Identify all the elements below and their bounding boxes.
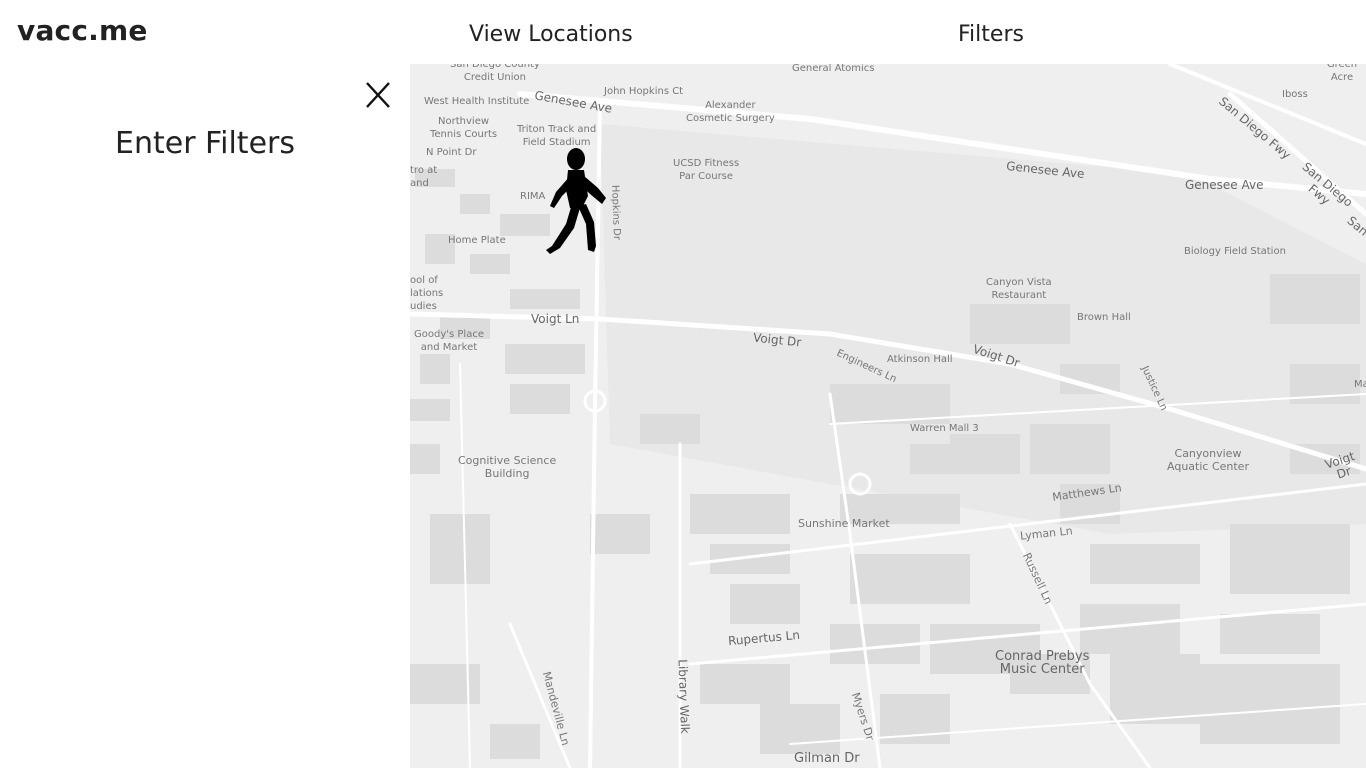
close-icon — [366, 82, 390, 108]
map-label-ma-partial: Ma — [1354, 379, 1366, 390]
map-label-ucsd-fitness: UCSD Fitness Par Course — [673, 158, 740, 182]
map-label-credit-union: San Diego County Credit Union — [450, 64, 540, 83]
map-label-iboss: Iboss — [1282, 89, 1308, 100]
map-label-conrad-prebys: Conrad Prebys Music Center — [995, 649, 1090, 677]
map-label-canyon-vista: Canyon Vista Restaurant — [986, 277, 1052, 301]
map-view[interactable]: San Diego County Credit Union General At… — [410, 64, 1366, 768]
map-label-school-relations: ool of lations udies — [410, 275, 444, 312]
nav-filters[interactable]: Filters — [958, 22, 1024, 47]
map-label-atkinson-hall: Atkinson Hall — [887, 354, 953, 365]
map-label-gilman-dr: Gilman Dr — [794, 751, 860, 766]
map-label-biology-field-station: Biology Field Station — [1184, 246, 1286, 257]
map-label-tro-and: tro at and — [410, 165, 438, 189]
filter-panel: Enter Filters — [0, 64, 410, 768]
map-label-john-hopkins-ct: John Hopkins Ct — [604, 86, 684, 97]
map-label-west-health: West Health Institute — [424, 96, 530, 107]
map-label-brown-hall: Brown Hall — [1077, 312, 1131, 323]
close-filters-button[interactable] — [362, 78, 394, 112]
map-label-home-plate: Home Plate — [448, 235, 506, 246]
map-label-alexander-cosmetic: Alexander Cosmetic Surgery — [686, 100, 775, 124]
map-label-voigt-ln: Voigt Ln — [531, 312, 580, 326]
map-label-warren-mall: Warren Mall 3 — [910, 423, 979, 434]
map-label-general-atomics: General Atomics — [792, 64, 875, 74]
map-label-green-acre: Green Acre — [1326, 64, 1358, 83]
brand-logo[interactable]: vacc.me — [17, 14, 148, 47]
map-label-library-walk: Library Walk — [675, 659, 693, 734]
map-label-canyonview-aquatic: Canyonview Aquatic Center — [1167, 447, 1249, 473]
map-label-n-point-dr: N Point Dr — [426, 147, 477, 158]
map-label-genesee-ave-3: Genesee Ave — [1185, 178, 1264, 192]
app-root: vacc.me View Locations Filters Enter Fil… — [0, 0, 1366, 768]
walking-person-icon[interactable] — [540, 146, 612, 256]
filter-heading: Enter Filters — [115, 126, 295, 161]
map-label-northview-tennis: Northview Tennis Courts — [430, 116, 498, 140]
map-label-cognitive-science: Cognitive Science Building — [458, 454, 557, 480]
map-label-goodys-place: Goody's Place and Market — [414, 329, 484, 353]
nav-view-locations[interactable]: View Locations — [469, 22, 633, 47]
map-label-sunshine-market: Sunshine Market — [798, 517, 890, 530]
